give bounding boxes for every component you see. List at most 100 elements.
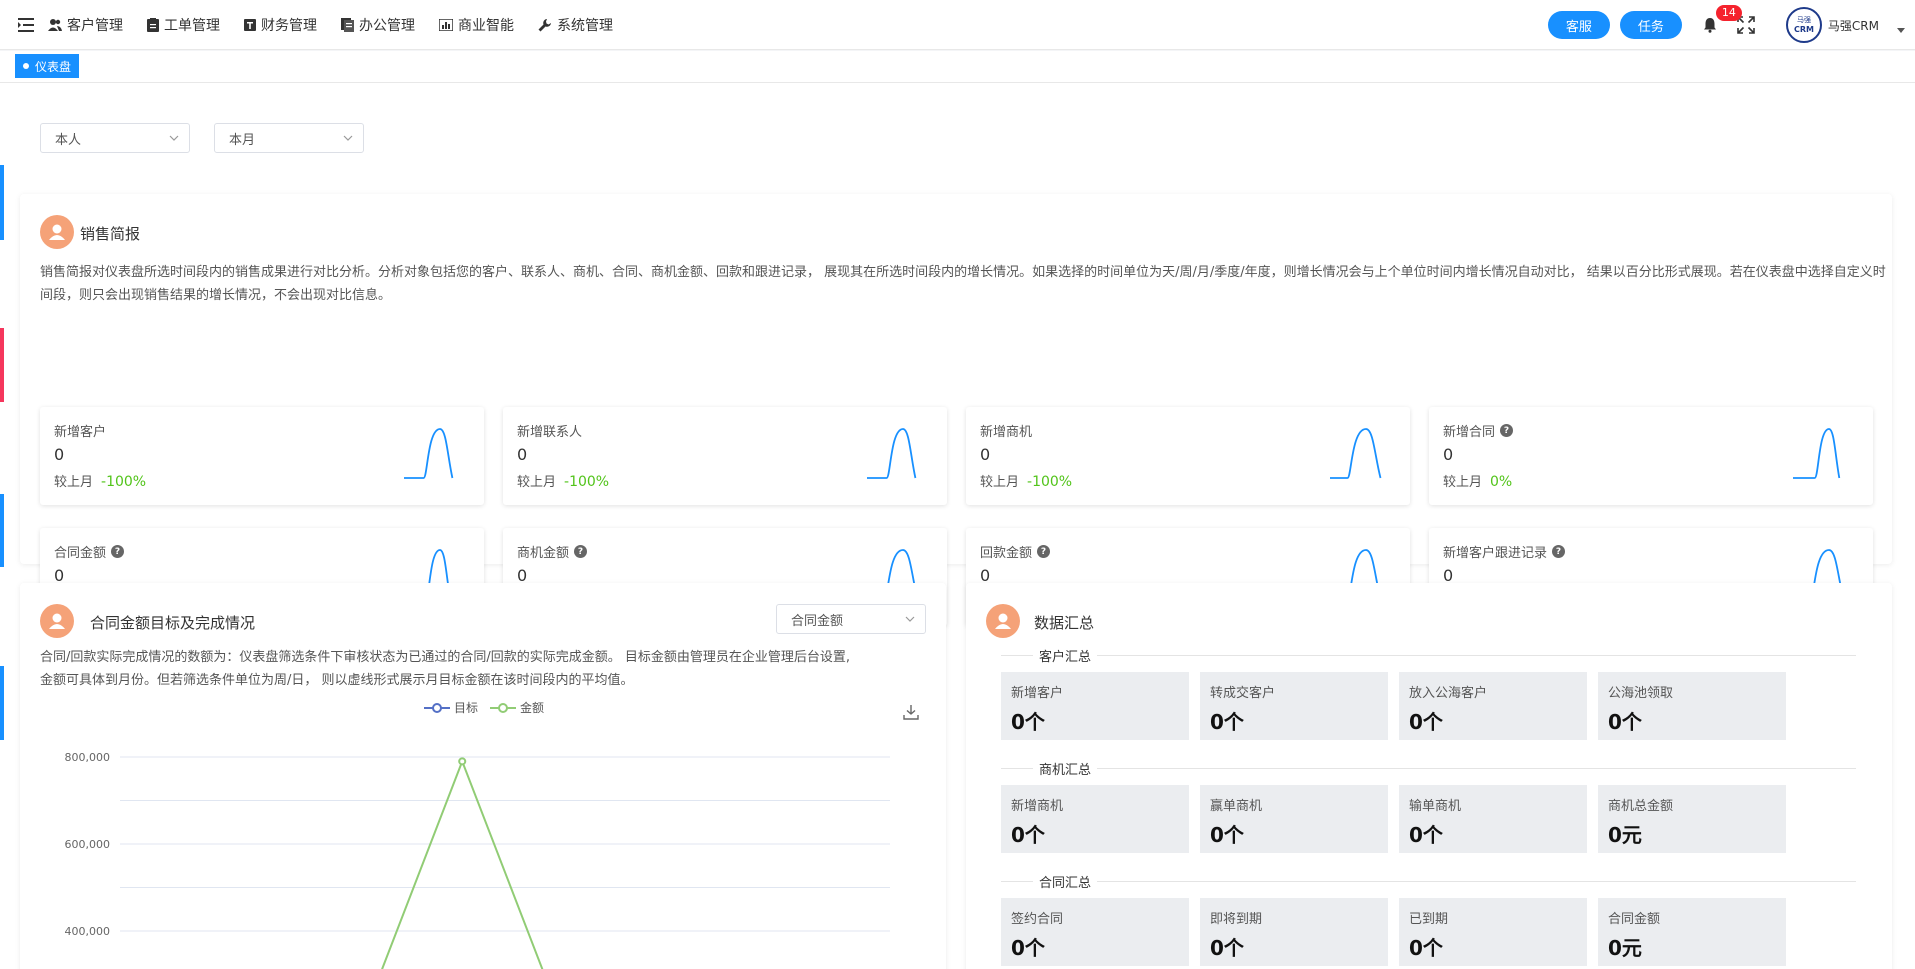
compare-percent: -100% bbox=[101, 474, 147, 490]
section-label: 客户汇总 bbox=[1033, 646, 1098, 665]
legend-amount-marker bbox=[490, 702, 517, 713]
stat-card[interactable]: 新增合同? 0 较上月 0% bbox=[1429, 407, 1873, 505]
tags-bar: 仪表盘 bbox=[0, 51, 1915, 83]
sparkline bbox=[867, 428, 917, 479]
stat-card-title-text: 新增联系人 bbox=[517, 425, 583, 440]
summary-stat-label: 输单商机 bbox=[1409, 799, 1462, 814]
customer-service-button[interactable]: 客服 bbox=[1547, 11, 1610, 39]
stat-card[interactable]: 新增联系人 0 较上月 -100% bbox=[503, 407, 947, 505]
summary-stat[interactable]: 转成交客户 0个 bbox=[1200, 672, 1388, 740]
help-icon[interactable]: ? bbox=[574, 545, 588, 558]
help-icon[interactable]: ? bbox=[1500, 424, 1514, 437]
panel-title: 数据汇总 bbox=[1034, 614, 1095, 632]
stat-card-title-text: 新增商机 bbox=[980, 425, 1033, 440]
summary-stat[interactable]: 商机总金额 0元 bbox=[1598, 785, 1786, 853]
summary-stat-label: 合同金额 bbox=[1608, 912, 1661, 927]
metric-select[interactable]: 合同金额 bbox=[776, 604, 926, 634]
stat-card-title-text: 合同金额 bbox=[54, 546, 107, 561]
stat-card[interactable]: 新增客户 0 较上月 -100% bbox=[40, 407, 484, 505]
summary-stat-value: 0个 bbox=[1011, 936, 1045, 960]
summary-stat-label: 转成交客户 bbox=[1210, 686, 1276, 701]
amount-data-point[interactable] bbox=[458, 757, 467, 766]
help-icon[interactable]: ? bbox=[111, 545, 125, 558]
svg-text:CRM: CRM bbox=[1794, 25, 1814, 34]
summary-stat[interactable]: 公海池领取 0个 bbox=[1598, 672, 1786, 740]
summary-stat[interactable]: 签约合同 0个 bbox=[1001, 898, 1189, 966]
chart-icon bbox=[439, 18, 453, 31]
compare-percent: -100% bbox=[564, 474, 610, 490]
summary-stat[interactable]: 输单商机 0个 bbox=[1399, 785, 1587, 853]
nav-item-workorder[interactable]: 工单管理 bbox=[147, 15, 220, 35]
summary-stat[interactable]: 赢单商机 0个 bbox=[1200, 785, 1388, 853]
sparkline-path bbox=[404, 428, 454, 479]
contract-target-description-2: 金额可具体到月份。但若筛选条件单位为周/日， 则以虚线形式展示月目标金额在该时间… bbox=[40, 673, 634, 688]
stat-card-value: 0 bbox=[1443, 445, 1454, 464]
sales-report-panel: 销售简报 销售简报对仪表盘所选时间段内的销售成果进行对比分析。分析对象包括您的客… bbox=[20, 194, 1892, 626]
notification-button[interactable]: 14 bbox=[1696, 5, 1742, 39]
summary-stat-value: 0个 bbox=[1011, 710, 1045, 734]
summary-stat-value: 0个 bbox=[1210, 823, 1244, 847]
nav-item-office[interactable]: 办公管理 bbox=[341, 15, 415, 35]
stat-card-compare: 较上月 -100% bbox=[54, 471, 146, 490]
sparkline-path bbox=[867, 428, 917, 479]
nav-item-system[interactable]: 系统管理 bbox=[538, 15, 613, 35]
summary-stat-value: 0个 bbox=[1409, 823, 1443, 847]
notification-badge: 14 bbox=[1715, 5, 1742, 21]
section-label: 合同汇总 bbox=[1033, 872, 1098, 891]
summary-stat-label: 商机总金额 bbox=[1608, 799, 1674, 814]
nav-item-label: 客户管理 bbox=[67, 17, 123, 34]
stat-card-value: 0 bbox=[980, 445, 991, 464]
contract-amount-line-chart: 800,000 600,000 400,000 bbox=[65, 751, 890, 969]
contract-target-description-1: 合同/回款实际完成情况的数额为：仪表盘筛选条件下审核状态为已通过的合同/回款的实… bbox=[40, 650, 851, 665]
menu-toggle-icon[interactable] bbox=[14, 13, 38, 37]
summary-stat[interactable]: 新增客户 0个 bbox=[1001, 672, 1189, 740]
compare-percent: 0% bbox=[1490, 474, 1513, 490]
sparkline-path bbox=[1330, 428, 1382, 479]
stat-card-title-text: 回款金额 bbox=[980, 546, 1033, 561]
summary-stat[interactable]: 合同金额 0元 bbox=[1598, 898, 1786, 966]
stat-card-title-text: 新增客户 bbox=[54, 425, 107, 440]
stat-card-value: 0 bbox=[54, 445, 65, 464]
nav-item-finance[interactable]: 财务管理 bbox=[244, 15, 317, 35]
contract-target-panel: 合同金额目标及完成情况 合同金额 合同/回款实际完成情况的数额为：仪表盘筛选条件… bbox=[20, 583, 946, 969]
task-button[interactable]: 任务 bbox=[1619, 11, 1682, 39]
section-divider bbox=[1001, 655, 1856, 656]
summary-stat[interactable]: 放入公海客户 0个 bbox=[1399, 672, 1587, 740]
legend-item-amount[interactable]: 金额 bbox=[490, 699, 544, 716]
summary-stat-value: 0元 bbox=[1608, 936, 1642, 960]
accent-bar bbox=[0, 328, 4, 402]
stat-card-title: 新增合同? bbox=[1443, 421, 1514, 440]
compare-percent: -100% bbox=[1027, 474, 1073, 490]
summary-stat[interactable]: 已到期 0个 bbox=[1399, 898, 1587, 966]
user-name[interactable]: 马强CRM bbox=[1828, 17, 1879, 34]
y-tick-label: 600,000 bbox=[65, 838, 111, 851]
legend-target-marker bbox=[424, 702, 450, 713]
summary-stat[interactable]: 即将到期 0个 bbox=[1200, 898, 1388, 966]
summary-stat[interactable]: 新增商机 0个 bbox=[1001, 785, 1189, 853]
scope-select[interactable]: 本人 bbox=[40, 123, 190, 153]
top-navbar: 客户管理 工单管理 财务管理 办公管理 商业智能 系统管理 客服 任务 14 马… bbox=[0, 0, 1915, 50]
help-icon[interactable]: ? bbox=[1552, 545, 1566, 558]
chevron-down-icon bbox=[905, 616, 915, 622]
stat-card-title: 新增联系人 bbox=[517, 421, 582, 440]
summary-stat-value: 0个 bbox=[1409, 710, 1443, 734]
avatar[interactable]: 马强 CRM bbox=[1785, 7, 1822, 43]
finance-icon bbox=[244, 18, 256, 31]
stat-card[interactable]: 新增商机 0 较上月 -100% bbox=[966, 407, 1410, 505]
stat-card-compare: 较上月 -100% bbox=[980, 471, 1072, 490]
help-icon[interactable]: ? bbox=[1037, 545, 1051, 558]
nav-item-bi[interactable]: 商业智能 bbox=[439, 15, 514, 35]
summary-stat-label: 新增客户 bbox=[1011, 686, 1064, 701]
legend-item-target[interactable]: 目标 bbox=[424, 699, 478, 716]
nav-item-label: 工单管理 bbox=[164, 17, 220, 34]
summary-stat-label: 即将到期 bbox=[1210, 912, 1263, 927]
scope-select-value: 本人 bbox=[55, 132, 82, 148]
period-select[interactable]: 本月 bbox=[214, 123, 364, 153]
download-icon[interactable] bbox=[902, 703, 920, 721]
summary-stat-label: 新增商机 bbox=[1011, 799, 1064, 814]
sparkline-path bbox=[1793, 428, 1841, 479]
nav-item-customer[interactable]: 客户管理 bbox=[48, 15, 123, 35]
tab-dashboard[interactable]: 仪表盘 bbox=[15, 54, 80, 78]
caret-down-icon[interactable] bbox=[1897, 27, 1905, 33]
summary-stat-value: 0个 bbox=[1011, 823, 1045, 847]
